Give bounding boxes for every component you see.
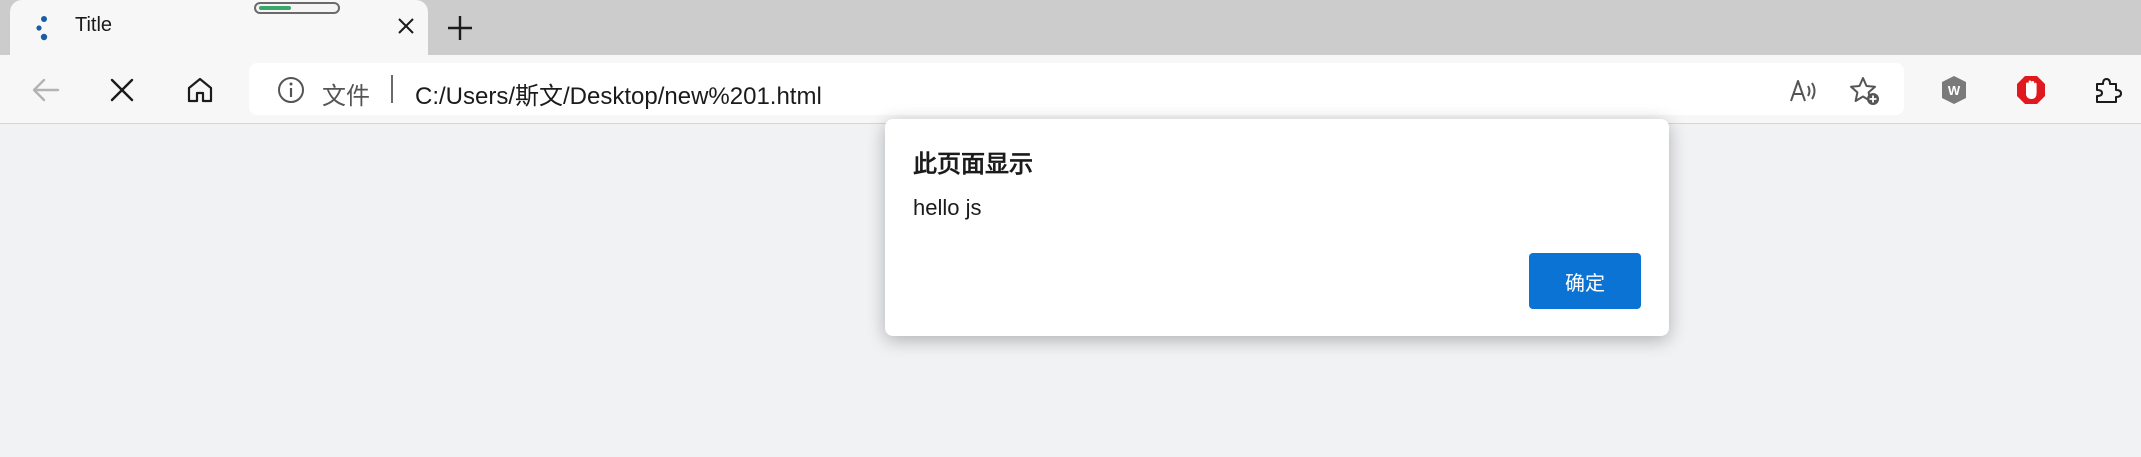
dialog-message: hello js	[913, 195, 982, 220]
arrow-left-icon	[32, 78, 60, 102]
w-extension-button[interactable]: W	[1934, 70, 1974, 110]
adblock-hand-icon	[2017, 76, 2045, 104]
back-button[interactable]	[26, 70, 66, 110]
tab-strip: Title	[0, 0, 2141, 55]
info-icon[interactable]	[277, 76, 305, 104]
address-bar[interactable]: 文件 C:/Users/斯文/Desktop/new%201.html	[249, 63, 1904, 115]
home-icon	[187, 77, 213, 103]
alert-dialog: 此页面显示 hello js 确定	[885, 119, 1669, 336]
star-add-icon[interactable]	[1849, 75, 1881, 107]
address-separator	[391, 75, 393, 103]
tab-close-button[interactable]	[394, 14, 418, 38]
loading-indicator-fill	[259, 6, 291, 10]
address-url-text[interactable]: C:/Users/斯文/Desktop/new%201.html	[415, 76, 822, 111]
loading-spinner-icon	[36, 16, 48, 41]
address-scheme-label: 文件	[322, 83, 370, 110]
ok-button[interactable]: 确定	[1529, 253, 1641, 309]
dialog-title: 此页面显示	[913, 151, 1033, 178]
new-tab-button[interactable]	[444, 12, 476, 44]
loading-indicator	[254, 2, 340, 14]
home-button[interactable]	[180, 70, 220, 110]
close-icon	[398, 18, 414, 34]
tab-active[interactable]: Title	[10, 0, 428, 55]
read-aloud-icon[interactable]	[1787, 75, 1819, 107]
puzzle-extensions-icon	[2096, 78, 2122, 103]
navigation-toolbar: 文件 C:/Users/斯文/Desktop/new%201.html W	[0, 55, 2141, 124]
adblock-extension-button[interactable]	[2011, 70, 2051, 110]
stop-loading-button[interactable]	[102, 70, 142, 110]
w-extension-icon: W	[1942, 76, 1966, 104]
tab-title: Title	[75, 14, 113, 36]
extensions-button[interactable]	[2088, 70, 2128, 110]
plus-icon	[448, 16, 472, 40]
close-icon	[110, 78, 134, 102]
svg-text:W: W	[1948, 83, 1961, 98]
